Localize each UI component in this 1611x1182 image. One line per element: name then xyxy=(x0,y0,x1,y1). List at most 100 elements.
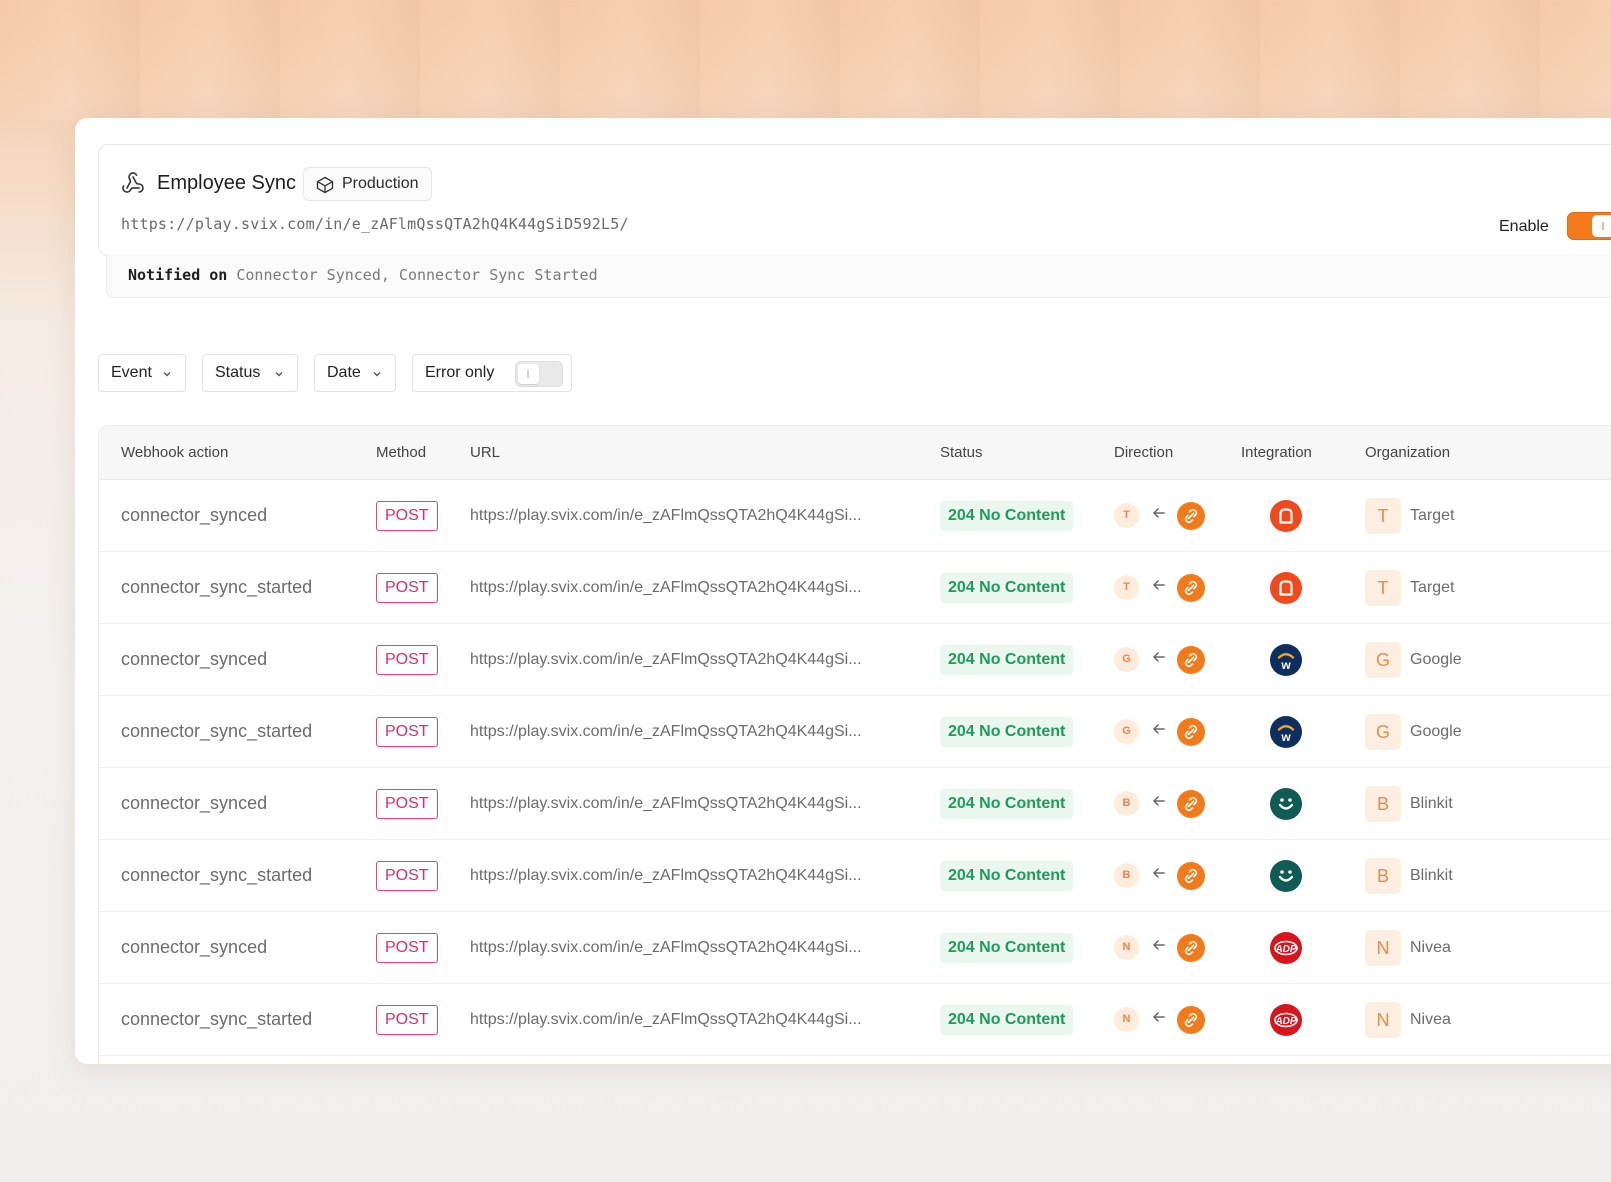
organization-avatar: B xyxy=(1365,786,1401,822)
request-url[interactable]: https://play.svix.com/in/e_zAFlmQssQTA2h… xyxy=(470,939,862,957)
table-row[interactable]: connector_sync_started POST https://play.s… xyxy=(99,840,1611,912)
organization-avatar: G xyxy=(1365,714,1401,750)
method-badge: POST xyxy=(376,717,438,747)
method-badge: POST xyxy=(376,645,438,675)
error-only-toggle-knob xyxy=(518,364,539,384)
organization-name[interactable]: Google xyxy=(1410,723,1462,741)
svg-text:ADP: ADP xyxy=(1274,944,1296,955)
environment-chip[interactable]: Production xyxy=(303,167,432,201)
organization-name[interactable]: Google xyxy=(1410,651,1462,669)
svg-text:w: w xyxy=(1280,658,1291,672)
svg-text:ADP: ADP xyxy=(1274,1016,1296,1027)
request-url[interactable]: https://play.svix.com/in/e_zAFlmQssQTA2h… xyxy=(470,579,862,597)
table-row[interactable]: connector_synced POST https://play.svix.co… xyxy=(99,768,1611,840)
organization-name[interactable]: Target xyxy=(1410,579,1454,597)
method-badge: POST xyxy=(376,789,438,819)
chevron-down-icon xyxy=(163,372,171,377)
organization-name[interactable]: Blinkit xyxy=(1410,867,1453,885)
table-row[interactable]: connector_sync_started POST https://play.s… xyxy=(99,696,1611,768)
column-header-status[interactable]: Status xyxy=(940,444,983,461)
adp-logo-icon: ADP xyxy=(1270,1004,1302,1036)
webhook-endpoint-card: Employee Sync Production https://play.sv… xyxy=(75,118,1611,1064)
webhook-log-table: Webhook action Method URL Status Directi… xyxy=(98,425,1611,1064)
event-filter[interactable]: Event xyxy=(98,354,186,392)
arrow-left-icon xyxy=(1153,1012,1165,1022)
status-badge: 204 No Content xyxy=(940,861,1074,891)
chevron-down-icon xyxy=(275,372,283,377)
workday-logo-icon: w xyxy=(1270,716,1302,748)
organization-avatar: G xyxy=(1365,642,1401,678)
organization-name[interactable]: Nivea xyxy=(1410,1011,1451,1029)
enable-toggle-knob xyxy=(1592,215,1611,237)
direction-source-avatar: B xyxy=(1114,791,1139,816)
direction-source-avatar: B xyxy=(1114,863,1139,888)
webhook-action: connector_synced xyxy=(121,649,268,669)
adp-logo-icon: ADP xyxy=(1270,932,1302,964)
table-row[interactable]: connector_sync_started POST https://play.s… xyxy=(99,984,1611,1056)
notified-label: Notified on xyxy=(128,266,228,284)
arrow-left-icon xyxy=(1153,724,1165,734)
webhook-action: connector_synced xyxy=(121,937,268,957)
status-badge: 204 No Content xyxy=(940,501,1074,531)
table-row[interactable]: connector_sync_started POST https://play.s… xyxy=(99,552,1611,624)
status-badge: 204 No Content xyxy=(940,573,1074,603)
background-stripes xyxy=(0,0,1611,120)
method-badge: POST xyxy=(376,861,438,891)
event-filter-label: Event xyxy=(111,364,152,381)
column-header-url[interactable]: URL xyxy=(470,444,500,461)
direction-source-avatar: T xyxy=(1114,503,1139,528)
column-header-integration[interactable]: Integration xyxy=(1241,444,1312,461)
enable-toggle[interactable] xyxy=(1567,212,1611,240)
chevron-down-icon xyxy=(373,372,381,377)
error-only-toggle[interactable] xyxy=(515,361,563,387)
endpoint-title: Employee Sync xyxy=(157,172,296,194)
endpoint-header: Employee Sync Production https://play.sv… xyxy=(98,144,1611,256)
workday-logo-icon: w xyxy=(1270,644,1302,676)
method-badge: POST xyxy=(376,1005,438,1035)
link-logo-icon xyxy=(1177,718,1205,746)
request-url[interactable]: https://play.svix.com/in/e_zAFlmQssQTA2h… xyxy=(470,1011,862,1029)
request-url[interactable]: https://play.svix.com/in/e_zAFlmQssQTA2h… xyxy=(470,723,862,741)
link-logo-icon xyxy=(1177,646,1205,674)
status-badge: 204 No Content xyxy=(940,933,1074,963)
organization-avatar: T xyxy=(1365,498,1401,534)
organization-avatar: T xyxy=(1365,570,1401,606)
status-filter-label: Status xyxy=(215,364,261,381)
webhook-icon xyxy=(122,172,144,193)
request-url[interactable]: https://play.svix.com/in/e_zAFlmQssQTA2h… xyxy=(470,651,862,669)
svg-text:w: w xyxy=(1280,730,1291,744)
table-row[interactable]: connector_synced POST https://play.svix.co… xyxy=(99,480,1611,552)
red-square-logo-icon xyxy=(1270,572,1302,604)
smile-logo-icon xyxy=(1270,788,1302,820)
column-header-organization[interactable]: Organization xyxy=(1365,444,1450,461)
request-url[interactable]: https://play.svix.com/in/e_zAFlmQssQTA2h… xyxy=(470,867,862,885)
organization-name[interactable]: Nivea xyxy=(1410,939,1451,957)
organization-name[interactable]: Target xyxy=(1410,507,1454,525)
webhook-action: connector_synced xyxy=(121,505,268,525)
request-url[interactable]: https://play.svix.com/in/e_zAFlmQssQTA2h… xyxy=(470,507,862,525)
column-header-direction[interactable]: Direction xyxy=(1114,444,1173,461)
column-header-webhook-action[interactable]: Webhook action xyxy=(121,444,228,461)
error-only-filter[interactable]: Error only xyxy=(412,354,572,392)
link-logo-icon xyxy=(1177,1006,1205,1034)
table-header: Webhook action Method URL Status Directi… xyxy=(99,426,1611,480)
webhook-action: connector_sync_started xyxy=(121,1009,313,1029)
column-header-method[interactable]: Method xyxy=(376,444,426,461)
status-filter[interactable]: Status xyxy=(202,354,298,392)
endpoint-url: https://play.svix.com/in/e_zAFlmQssQTA2h… xyxy=(121,215,629,233)
red-square-logo-icon xyxy=(1270,500,1302,532)
status-badge: 204 No Content xyxy=(940,789,1074,819)
organization-name[interactable]: Blinkit xyxy=(1410,795,1453,813)
table-row[interactable]: connector_synced POST https://play.svix.co… xyxy=(99,624,1611,696)
table-row[interactable]: connector_synced POST https://play.svix.co… xyxy=(99,912,1611,984)
status-badge: 204 No Content xyxy=(940,645,1074,675)
request-url[interactable]: https://play.svix.com/in/e_zAFlmQssQTA2h… xyxy=(470,795,862,813)
error-only-label: Error only xyxy=(425,364,495,381)
smile-logo-icon xyxy=(1270,860,1302,892)
date-filter[interactable]: Date xyxy=(314,354,396,392)
webhook-action: connector_sync_started xyxy=(121,577,313,597)
date-filter-label: Date xyxy=(327,364,361,381)
status-badge: 204 No Content xyxy=(940,1005,1074,1035)
box-icon xyxy=(316,176,334,194)
direction-source-avatar: N xyxy=(1114,1007,1139,1032)
